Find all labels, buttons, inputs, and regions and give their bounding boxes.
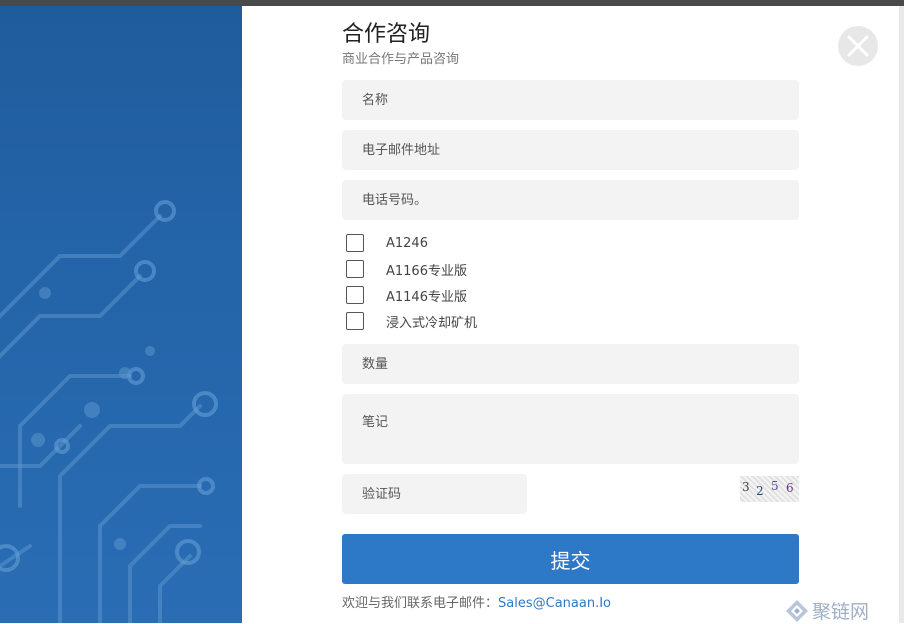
side-decoration-panel xyxy=(0,6,242,623)
form-title: 合作咨询 xyxy=(342,22,431,47)
product-option-a1246[interactable]: A1246 xyxy=(346,233,428,253)
captcha-input[interactable] xyxy=(342,474,527,514)
product-option-label: A1146专业版 xyxy=(386,289,467,305)
close-button[interactable] xyxy=(838,26,878,66)
right-edge xyxy=(899,6,904,623)
product-option-label: A1246 xyxy=(386,235,428,251)
captcha-char: 2 xyxy=(756,484,764,498)
phone-input[interactable] xyxy=(342,180,799,220)
captcha-image[interactable]: 3 2 5 6 xyxy=(740,476,799,502)
checkbox[interactable] xyxy=(346,286,364,304)
contact-text: 欢迎与我们联系电子邮件： xyxy=(342,596,499,611)
watermark: 聚链网 xyxy=(785,597,869,624)
checkbox[interactable] xyxy=(346,260,364,278)
submit-button[interactable]: 提交 xyxy=(342,534,799,584)
circuit-pattern-image xyxy=(0,200,218,623)
product-option-label: 浸入式冷却矿机 xyxy=(386,315,478,331)
checkbox[interactable] xyxy=(346,312,364,330)
name-input[interactable] xyxy=(342,80,799,120)
captcha-char: 6 xyxy=(786,481,794,495)
close-icon xyxy=(847,35,869,57)
product-option-a1166pro[interactable]: A1166专业版 xyxy=(346,259,467,279)
form-subtitle: 商业合作与产品咨询 xyxy=(342,52,460,67)
captcha-char: 3 xyxy=(742,480,750,494)
email-input[interactable] xyxy=(342,130,799,170)
notes-textarea[interactable] xyxy=(342,394,799,464)
checkbox[interactable] xyxy=(346,234,364,252)
quantity-input[interactable] xyxy=(342,344,799,384)
logo-icon xyxy=(786,599,808,622)
captcha-char: 5 xyxy=(771,479,779,493)
watermark-text: 聚链网 xyxy=(812,601,870,623)
product-option-a1146pro[interactable]: A1146专业版 xyxy=(346,285,467,305)
product-option-immersion-miner[interactable]: 浸入式冷却矿机 xyxy=(346,311,477,331)
contact-email-link[interactable]: Sales@Canaan.Io xyxy=(498,596,611,611)
contact-line: 欢迎与我们联系电子邮件：Sales@Canaan.Io xyxy=(342,595,611,613)
product-option-label: A1166专业版 xyxy=(386,263,467,279)
